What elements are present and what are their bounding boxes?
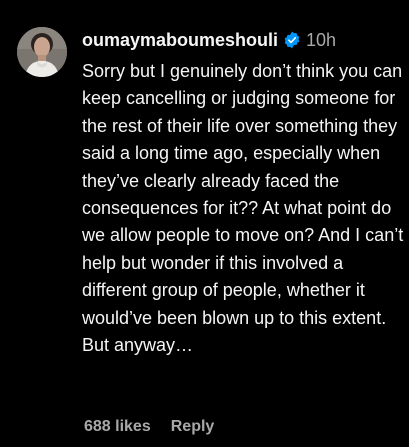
avatar-image	[17, 27, 67, 77]
comment-text: Sorry but I genuinely don’t think you ca…	[82, 61, 404, 356]
verified-badge-icon	[283, 31, 301, 49]
avatar[interactable]	[17, 27, 67, 77]
comment-header: oumaymaboumeshouli 10h	[82, 28, 402, 52]
comment-body: oumaymaboumeshouli 10h Sorry but I genui…	[82, 28, 404, 359]
username-link[interactable]: oumaymaboumeshouli	[82, 30, 278, 51]
comment: oumaymaboumeshouli 10h Sorry but I genui…	[0, 0, 409, 447]
comment-actions: 688 likes Reply	[84, 418, 214, 436]
likes-count-button[interactable]: 688 likes	[84, 418, 151, 436]
reply-button[interactable]: Reply	[171, 418, 215, 436]
comment-timestamp: 10h	[306, 29, 337, 50]
